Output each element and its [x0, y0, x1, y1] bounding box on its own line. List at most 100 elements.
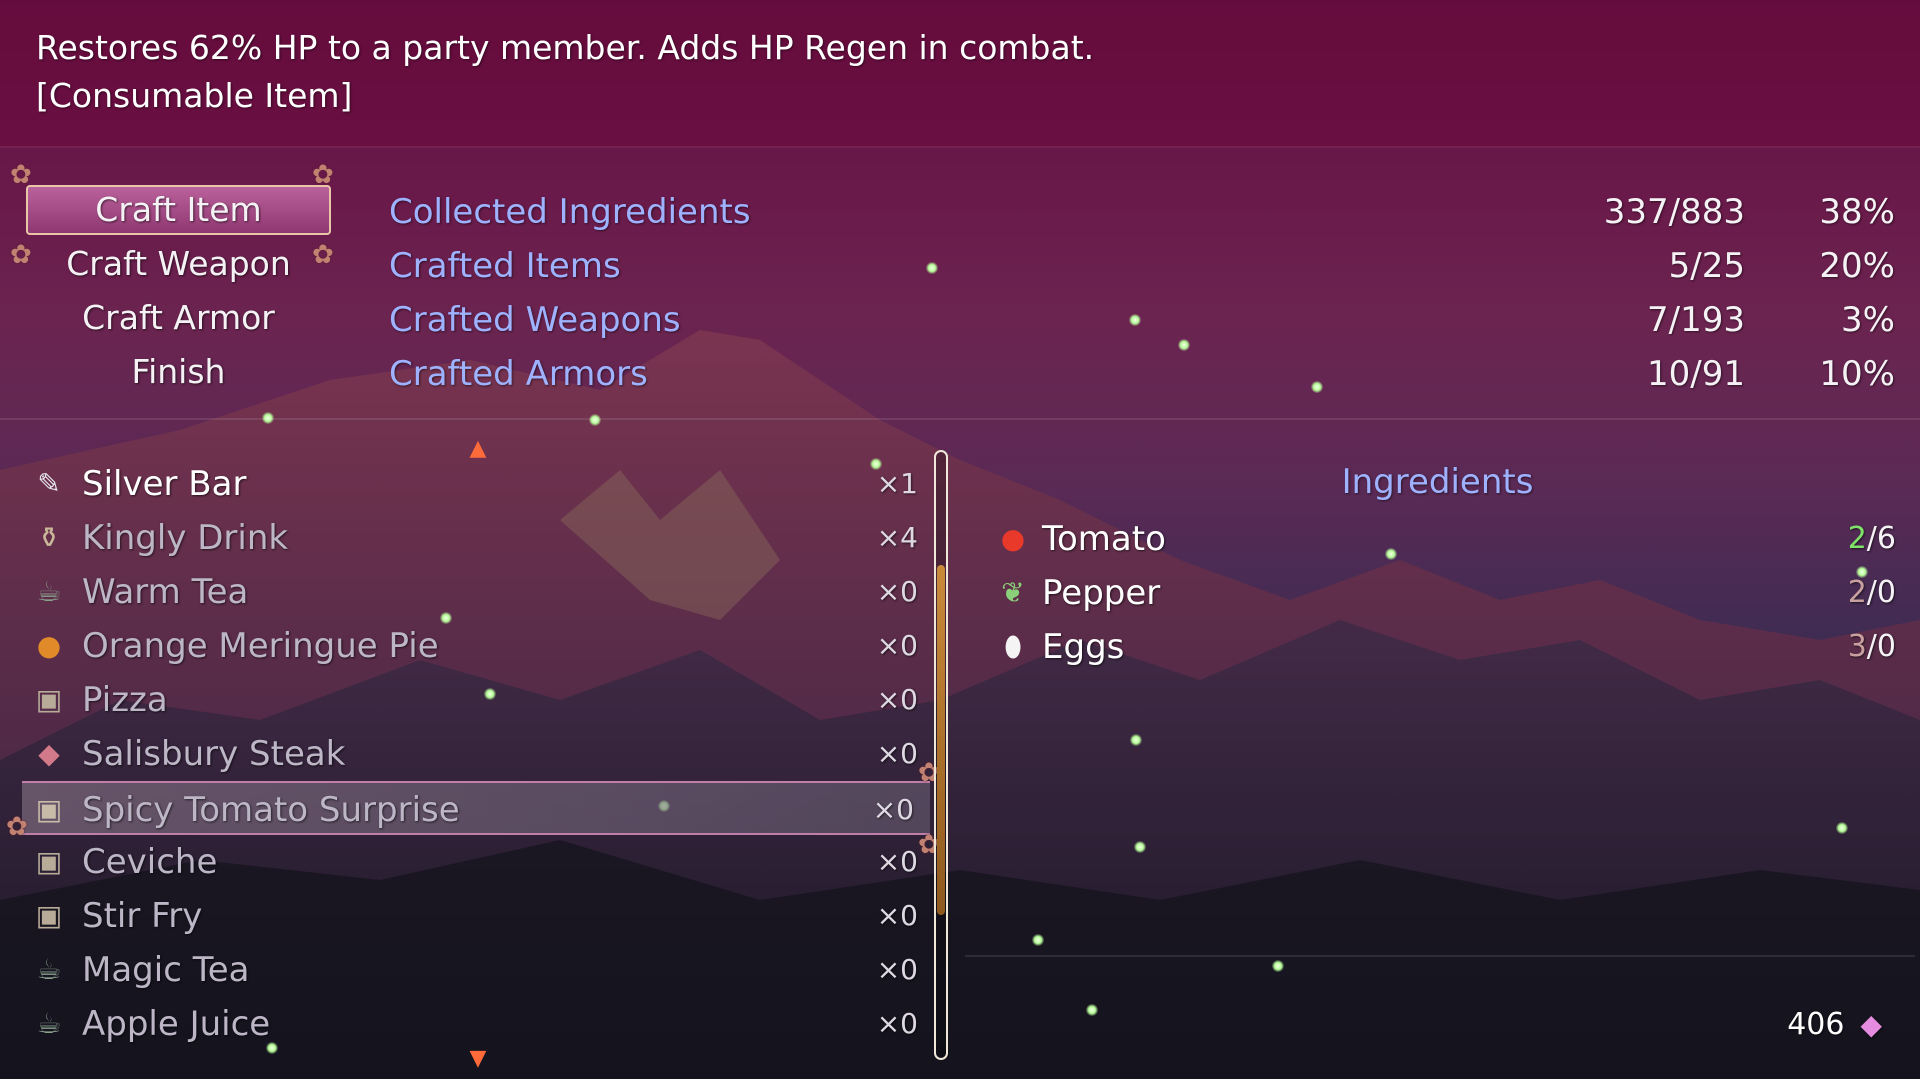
- craft-menu: ✿ ✿ ✿ ✿ Craft Item Craft Weapon Craft Ar…: [0, 160, 360, 410]
- menu-finish[interactable]: Finish: [26, 347, 331, 397]
- teapot-icon: ☕: [36, 1007, 62, 1040]
- stat-label: Crafted Weapons: [389, 300, 681, 340]
- ingredient-count: 2/0: [1848, 566, 1896, 620]
- food-box-icon: ▣: [35, 683, 63, 716]
- ingredients-panel: Ingredients ● Tomato 2/6 ❦ Pepper 2/0 ⬮ …: [970, 455, 1905, 725]
- list-item[interactable]: ☕ Magic Tea ×0: [28, 943, 928, 997]
- item-quantity: ×0: [876, 737, 918, 770]
- steak-icon: ◆: [38, 737, 60, 770]
- stat-count: 5/25: [1668, 246, 1745, 286]
- item-name: Silver Bar: [82, 464, 247, 504]
- currency-display: 406 ◆: [1787, 1000, 1882, 1050]
- item-name: Orange Meringue Pie: [82, 626, 439, 666]
- item-description-panel: Restores 62% HP to a party member. Adds …: [0, 0, 1920, 148]
- scroll-up-arrow-icon[interactable]: ▲: [463, 438, 493, 460]
- stat-label: Crafted Armors: [389, 354, 648, 394]
- firefly-particle: [1130, 734, 1142, 746]
- ingredient-row: ❦ Pepper 2/0: [996, 566, 1896, 620]
- item-quantity: ×0: [872, 793, 914, 826]
- ingredient-have: 3: [1847, 629, 1867, 664]
- divider: [0, 418, 1920, 420]
- gem-icon: ◆: [1860, 1008, 1882, 1041]
- flower-ornament-icon: ✿: [6, 812, 28, 842]
- divider: [965, 955, 1915, 957]
- firefly-particle: [589, 414, 601, 426]
- scroll-down-arrow-icon[interactable]: ▼: [463, 1048, 493, 1070]
- tomato-icon: ●: [1000, 522, 1026, 555]
- food-box-icon: ▣: [35, 845, 63, 878]
- ingredient-need: /0: [1866, 575, 1896, 610]
- firefly-particle: [1836, 822, 1848, 834]
- silver-bar-icon: ✎: [37, 467, 61, 500]
- menu-craft-item[interactable]: Craft Item: [26, 185, 331, 235]
- item-name: Apple Juice: [82, 1004, 271, 1044]
- stat-percent: 38%: [1819, 192, 1895, 232]
- item-name: Stir Fry: [82, 896, 203, 936]
- item-name: Salisbury Steak: [82, 734, 346, 774]
- list-item[interactable]: ⚱ Kingly Drink ×4: [28, 511, 928, 565]
- item-name: Magic Tea: [82, 950, 250, 990]
- stat-row: Crafted Weapons 7/193 3%: [365, 293, 1905, 347]
- ingredient-row: ⬮ Eggs 3/0: [996, 620, 1896, 674]
- list-item[interactable]: ▣ Ceviche ×0: [28, 835, 928, 889]
- item-name: Ceviche: [82, 842, 218, 882]
- ingredient-need: /0: [1866, 629, 1896, 664]
- currency-amount: 406: [1787, 1007, 1845, 1042]
- ingredient-count: 2/6: [1848, 512, 1896, 566]
- stat-row: Collected Ingredients 337/883 38%: [365, 185, 1905, 239]
- ingredient-name: Eggs: [1042, 627, 1125, 667]
- ingredient-name: Tomato: [1042, 519, 1166, 559]
- list-item[interactable]: ▣ Pizza ×0: [28, 673, 928, 727]
- scrollbar-thumb[interactable]: [937, 565, 945, 915]
- item-quantity: ×4: [876, 521, 918, 554]
- ingredients-title: Ingredients: [1341, 462, 1534, 502]
- ingredient-have: 2: [1847, 521, 1867, 556]
- stat-count: 337/883: [1603, 192, 1745, 232]
- food-box-icon: ▣: [35, 793, 63, 826]
- firefly-particle: [1272, 960, 1284, 972]
- stat-row: Crafted Armors 10/91 10%: [365, 347, 1905, 401]
- stat-label: Crafted Items: [389, 246, 621, 286]
- item-quantity: ×0: [876, 575, 918, 608]
- list-item-selected[interactable]: ▣ Spicy Tomato Surprise ×0: [22, 781, 930, 835]
- teapot-icon: ☕: [36, 953, 62, 986]
- ingredient-name: Pepper: [1042, 573, 1161, 613]
- stat-count: 10/91: [1647, 354, 1745, 394]
- list-item[interactable]: ✎ Silver Bar ×1: [28, 457, 928, 511]
- item-quantity: ×1: [876, 467, 918, 500]
- item-quantity: ×0: [876, 1007, 918, 1040]
- description-text: Restores 62% HP to a party member. Adds …: [36, 28, 1095, 67]
- item-quantity: ×0: [876, 899, 918, 932]
- list-item[interactable]: ☕ Apple Juice ×0: [28, 997, 928, 1051]
- teapot-icon: ☕: [36, 575, 62, 608]
- menu-craft-weapon[interactable]: Craft Weapon: [26, 239, 331, 289]
- pie-icon: ●: [36, 629, 62, 662]
- item-quantity: ×0: [876, 629, 918, 662]
- pepper-icon: ❦: [1001, 576, 1025, 609]
- list-item[interactable]: ☕ Warm Tea ×0: [28, 565, 928, 619]
- firefly-particle: [1086, 1004, 1098, 1016]
- item-name: Kingly Drink: [82, 518, 289, 558]
- ingredient-row: ● Tomato 2/6: [996, 512, 1896, 566]
- ingredient-have: 2: [1847, 575, 1867, 610]
- item-type-label: [Consumable Item]: [36, 76, 353, 115]
- stat-label: Collected Ingredients: [389, 192, 751, 232]
- ingredient-need: /6: [1866, 521, 1896, 556]
- potion-icon: ⚱: [37, 521, 61, 554]
- list-item[interactable]: ▣ Stir Fry ×0: [28, 889, 928, 943]
- firefly-particle: [1032, 934, 1044, 946]
- stat-percent: 10%: [1819, 354, 1895, 394]
- crafting-stats-panel: Collected Ingredients 337/883 38% Crafte…: [365, 160, 1905, 410]
- stat-percent: 3%: [1841, 300, 1895, 340]
- item-name: Warm Tea: [82, 572, 249, 612]
- menu-craft-armor[interactable]: Craft Armor: [26, 293, 331, 343]
- ingredient-count: 3/0: [1848, 620, 1896, 674]
- list-item[interactable]: ◆ Salisbury Steak ×0: [28, 727, 928, 781]
- item-quantity: ×0: [876, 953, 918, 986]
- item-list-scrollbar[interactable]: [934, 450, 948, 1060]
- list-item[interactable]: ● Orange Meringue Pie ×0: [28, 619, 928, 673]
- firefly-particle: [1134, 841, 1146, 853]
- food-box-icon: ▣: [35, 899, 63, 932]
- stat-count: 7/193: [1647, 300, 1745, 340]
- item-name: Spicy Tomato Surprise: [82, 790, 460, 830]
